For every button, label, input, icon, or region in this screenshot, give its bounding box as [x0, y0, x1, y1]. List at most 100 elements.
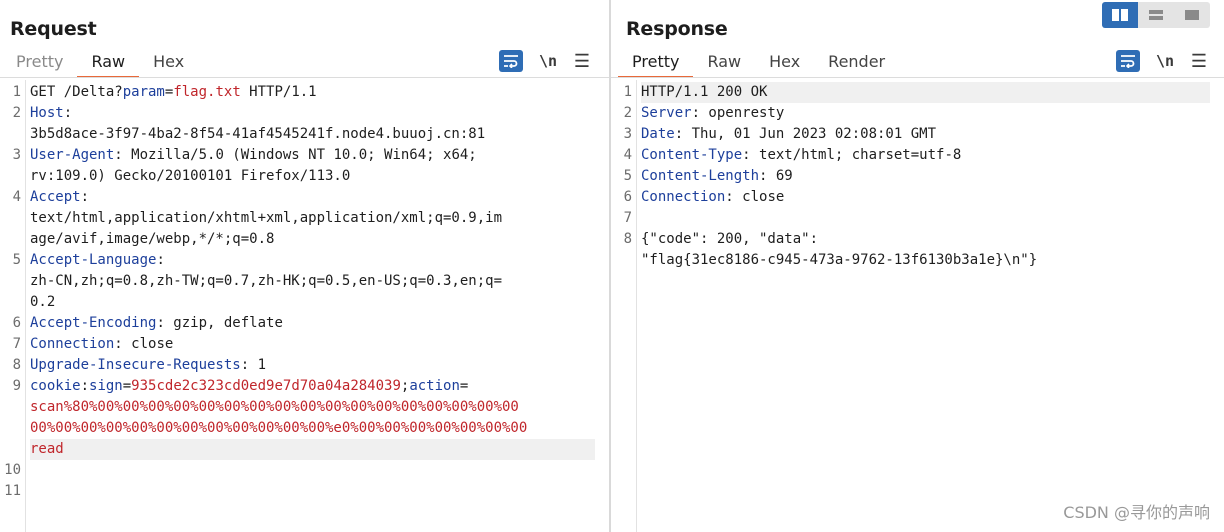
code-line: 7 Connection: close [0, 334, 595, 355]
layout-toggle [1102, 2, 1210, 28]
response-tab-raw[interactable]: Raw [693, 50, 755, 78]
code-row: {"code": 200, "data": [641, 229, 1210, 250]
code-text: : close [725, 189, 785, 205]
code-text: age/avif,image/webp,*/*;q=0.8 [30, 231, 275, 247]
code-text: : [80, 378, 90, 394]
line-content: Connection: close [641, 187, 1210, 208]
line-content [641, 208, 1210, 229]
code-line: 2 Server: openresty [611, 103, 1210, 124]
code-line: 4 Accept: text/html,application/xhtml+xml,… [0, 187, 595, 250]
line-content: Host: 3b5d8ace-3f97-4ba2-8f54-41af4545241… [30, 103, 595, 145]
code-row: age/avif,image/webp,*/*;q=0.8 [30, 229, 595, 250]
word-wrap-icon[interactable] [499, 50, 523, 72]
header-name: Content-Length [641, 168, 760, 184]
show-newlines-button[interactable]: \n [537, 52, 559, 70]
line-content: Accept: text/html,application/xhtml+xml,a… [30, 187, 595, 250]
line-content: Date: Thu, 01 Jun 2023 02:08:01 GMT [641, 124, 1210, 145]
line-number: 10 [4, 462, 21, 478]
menu-icon[interactable]: ☰ [573, 52, 591, 70]
request-tab-raw[interactable]: Raw [77, 50, 140, 78]
header-name: Server [641, 105, 692, 121]
code-text: : close [114, 336, 174, 352]
code-row: 00%00%00%00%00%00%00%00%00%00%00%00%e0%0… [30, 418, 595, 439]
request-editor[interactable]: 1 GET /Delta?param=flag.txt HTTP/1.1 2 Host… [0, 80, 609, 532]
code-row: Accept-Language: [30, 250, 595, 271]
code-line: 8 {"code": 200, "data": "flag{31ec8186-c94… [611, 229, 1210, 271]
code-text: = [459, 378, 469, 394]
line-number: 4 [623, 147, 632, 163]
code-text: : gzip, deflate [156, 315, 283, 331]
header-name: Connection [30, 336, 115, 352]
response-tab-pretty[interactable]: Pretty [618, 50, 694, 78]
line-content: Server: openresty [641, 103, 1210, 124]
line-number: 2 [623, 105, 632, 121]
line-content: Connection: close [30, 334, 595, 355]
code-row: Host: [30, 103, 595, 124]
code-row: read [30, 439, 595, 460]
code-line: 10 [0, 460, 595, 481]
header-name: Content-Type [641, 147, 743, 163]
code-line: 9 cookie:sign=935cde2c323cd0ed9e7d70a04a2… [0, 376, 595, 460]
header-name: param [122, 84, 165, 100]
response-tab-hex[interactable]: Hex [755, 50, 814, 78]
code-row: Accept-Encoding: gzip, deflate [30, 313, 595, 334]
response-editor[interactable]: 1 HTTP/1.1 200 OK 2 Server: openresty 3 Date:… [611, 80, 1224, 532]
line-number: 1 [12, 84, 21, 100]
code-row: Content-Length: 69 [641, 166, 1210, 187]
code-line: 11 [0, 481, 595, 502]
request-tab-pretty[interactable]: Pretty [2, 50, 77, 78]
line-number: 4 [12, 189, 21, 205]
line-number: 5 [623, 168, 632, 184]
code-line: 1 HTTP/1.1 200 OK [611, 82, 1210, 103]
request-tab-hex[interactable]: Hex [139, 50, 198, 78]
line-content: GET /Delta?param=flag.txt HTTP/1.1 [30, 82, 595, 103]
header-name: cookie [30, 378, 81, 394]
menu-icon[interactable]: ☰ [1190, 52, 1208, 70]
line-content: Content-Type: text/html; charset=utf-8 [641, 145, 1210, 166]
code-row: 0.2 [30, 292, 595, 313]
line-content: Content-Length: 69 [641, 166, 1210, 187]
header-name: Accept [30, 189, 81, 205]
code-row: Content-Type: text/html; charset=utf-8 [641, 145, 1210, 166]
layout-side-by-side-icon[interactable] [1102, 2, 1138, 28]
code-text: HTTP/1.1 200 OK [641, 84, 768, 100]
code-text: 3b5d8ace-3f97-4ba2-8f54-41af4545241f.nod… [30, 126, 486, 142]
word-wrap-icon[interactable] [1116, 50, 1140, 72]
line-number: 1 [623, 84, 632, 100]
header-name: Date [641, 126, 675, 142]
request-tab-divider [0, 77, 609, 78]
code-text: : openresty [691, 105, 785, 121]
code-text: {"code": 200, "data": [641, 231, 819, 247]
code-line: 5 Accept-Language: zh-CN,zh;q=0.8,zh-TW;q=… [0, 250, 595, 313]
line-content: Accept-Encoding: gzip, deflate [30, 313, 595, 334]
line-content: User-Agent: Mozilla/5.0 (Windows NT 10.0… [30, 145, 595, 187]
response-tab-render[interactable]: Render [814, 50, 899, 78]
request-tabs: Pretty Raw Hex [2, 50, 198, 78]
code-text: : 69 [759, 168, 793, 184]
show-newlines-button[interactable]: \n [1154, 52, 1176, 70]
layout-single-icon[interactable] [1174, 2, 1210, 28]
response-tabs: Pretty Raw Hex Render [618, 50, 899, 78]
line-number: 3 [623, 126, 632, 142]
code-text: : Mozilla/5.0 (Windows NT 10.0; Win64; x… [114, 147, 477, 163]
code-text: 0.2 [30, 294, 56, 310]
code-row: Upgrade-Insecure-Requests: 1 [30, 355, 595, 376]
code-text: "flag{31ec8186-c945-473a-9762-13f6130b3a… [641, 252, 1038, 268]
code-text: = [122, 378, 132, 394]
code-row: Accept: [30, 187, 595, 208]
header-name: Connection [641, 189, 726, 205]
code-text: : [80, 189, 90, 205]
line-number: 7 [623, 210, 632, 226]
header-name: Host [30, 105, 64, 121]
code-row: User-Agent: Mozilla/5.0 (Windows NT 10.0… [30, 145, 595, 166]
code-row: Connection: close [30, 334, 595, 355]
header-name: action [409, 378, 460, 394]
code-row: Server: openresty [641, 103, 1210, 124]
code-line: 8 Upgrade-Insecure-Requests: 1 [0, 355, 595, 376]
line-number: 7 [12, 336, 21, 352]
code-line: 3 Date: Thu, 01 Jun 2023 02:08:01 GMT [611, 124, 1210, 145]
request-toolbar: \n ☰ [499, 50, 591, 72]
layout-stacked-icon[interactable] [1138, 2, 1174, 28]
code-text: : [63, 105, 73, 121]
code-row: rv:109.0) Gecko/20100101 Firefox/113.0 [30, 166, 595, 187]
